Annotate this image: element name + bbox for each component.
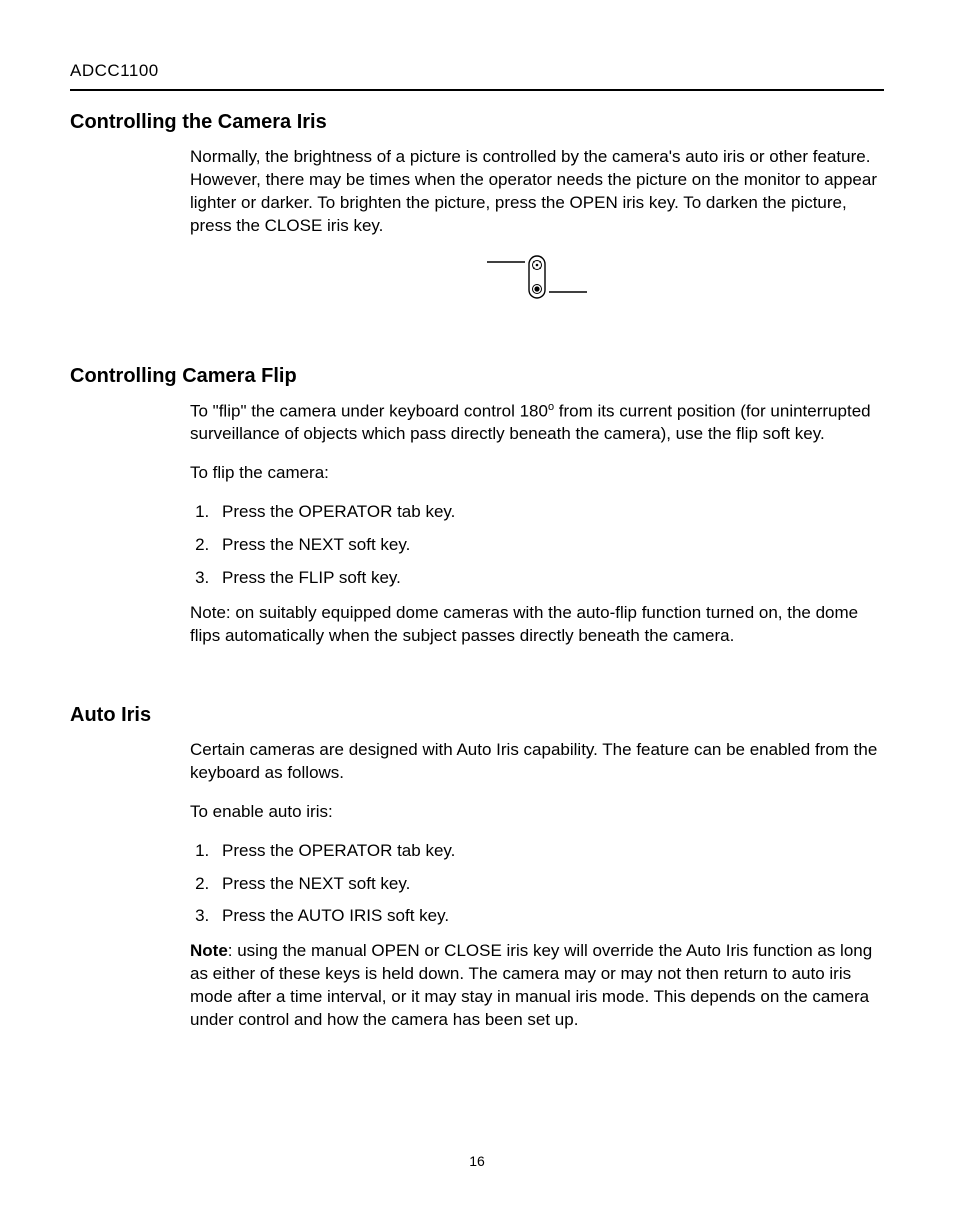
lead-in: To enable auto iris:: [190, 801, 884, 824]
paragraph: To "flip" the camera under keyboard cont…: [190, 400, 884, 447]
step-item: Press the FLIP soft key.: [214, 567, 884, 590]
note-paragraph: Note: on suitably equipped dome cameras …: [190, 602, 884, 648]
section-title-iris: Controlling the Camera Iris: [70, 109, 884, 136]
paragraph: Certain cameras are designed with Auto I…: [190, 739, 884, 785]
text: To "flip" the camera under keyboard cont…: [190, 401, 548, 420]
iris-key-figure: [190, 254, 884, 307]
note-body: : using the manual OPEN or CLOSE iris ke…: [190, 941, 872, 1029]
header-rule: [70, 89, 884, 91]
section-title-autoiris: Auto Iris: [70, 702, 884, 729]
note-paragraph: Note: using the manual OPEN or CLOSE iri…: [190, 940, 884, 1032]
steps-list-flip: Press the OPERATOR tab key. Press the NE…: [190, 501, 884, 590]
step-item: Press the OPERATOR tab key.: [214, 501, 884, 524]
step-item: Press the NEXT soft key.: [214, 873, 884, 896]
section-title-flip: Controlling Camera Flip: [70, 363, 884, 390]
iris-key-icon: [477, 254, 597, 300]
paragraph: Normally, the brightness of a picture is…: [190, 146, 884, 238]
step-item: Press the NEXT soft key.: [214, 534, 884, 557]
section-body-flip: To "flip" the camera under keyboard cont…: [190, 400, 884, 648]
lead-in: To flip the camera:: [190, 462, 884, 485]
steps-list-autoiris: Press the OPERATOR tab key. Press the NE…: [190, 840, 884, 929]
step-item: Press the AUTO IRIS soft key.: [214, 905, 884, 928]
section-body-autoiris: Certain cameras are designed with Auto I…: [190, 739, 884, 1032]
doc-header: ADCC1100: [70, 60, 884, 83]
section-body-iris: Normally, the brightness of a picture is…: [190, 146, 884, 307]
page-number: 16: [70, 1152, 884, 1171]
step-item: Press the OPERATOR tab key.: [214, 840, 884, 863]
note-label: Note: [190, 941, 228, 960]
